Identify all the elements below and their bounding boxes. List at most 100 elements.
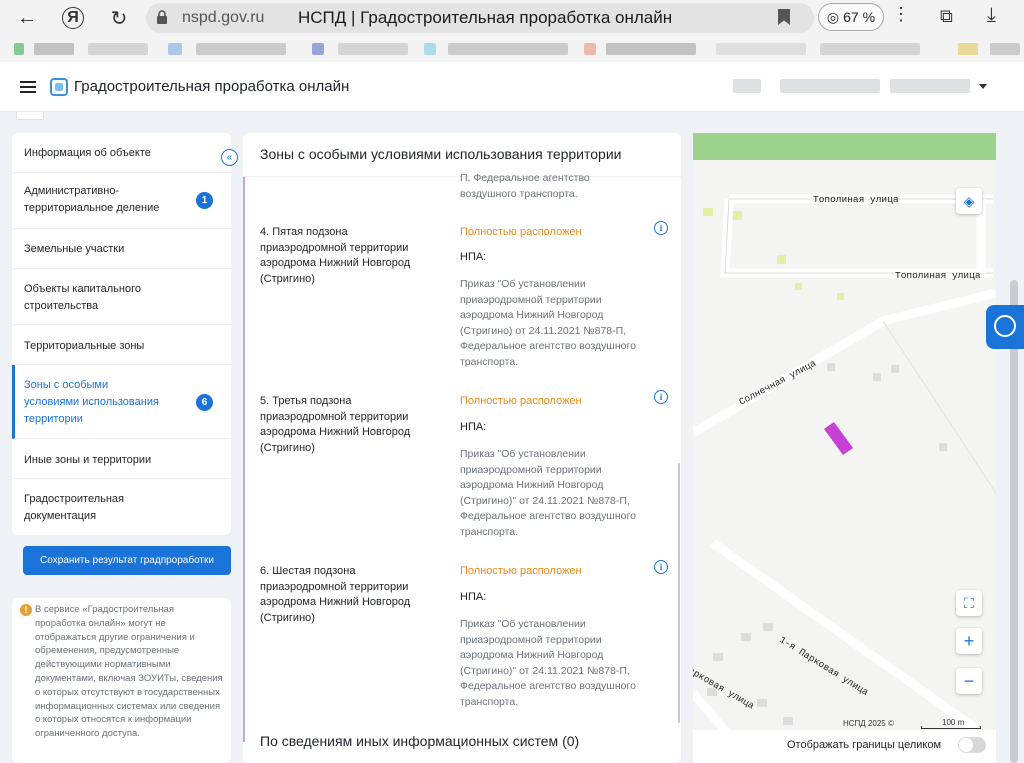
- selected-parcel[interactable]: [824, 422, 853, 455]
- map-road: [720, 194, 993, 278]
- zone-status: Полностью расположен: [460, 226, 582, 238]
- zone-npa-label: НПА:: [460, 251, 487, 263]
- page-title: НСПД | Градостроительная проработка онла…: [298, 8, 673, 27]
- info-icon[interactable]: i: [654, 560, 668, 574]
- info-icon[interactable]: i: [654, 221, 668, 235]
- sidebar-item-object-info[interactable]: Информация об объекте: [12, 133, 231, 173]
- map-building: [703, 208, 713, 216]
- bookmark-blurred[interactable]: [88, 43, 148, 55]
- sidebar-item-label: Административно- территориальное деление: [24, 185, 160, 214]
- back-arrow-icon[interactable]: ←: [12, 3, 42, 33]
- map-scale-bar: [921, 726, 981, 729]
- zone-doc: Приказ "Об установлении приаэродромной т…: [460, 278, 636, 368]
- zone-npa-label: НПА:: [460, 421, 487, 433]
- bookmark-blurred[interactable]: [990, 43, 1020, 55]
- zone-name: 4. Пятая подзона приаэродромной территор…: [260, 226, 411, 285]
- sidebar-item-label: Зоны с особыми условиями использования т…: [24, 379, 159, 425]
- map[interactable]: Тополиная улица Тополиная улица Солнечна…: [693, 133, 996, 763]
- bookmark-blurred[interactable]: [34, 43, 74, 55]
- download-icon[interactable]: ⤓: [987, 4, 996, 27]
- map-building: [713, 653, 723, 661]
- street-label: Тополиная улица: [895, 270, 981, 281]
- sidebar-item-label: Градостроительная документация: [24, 493, 124, 522]
- zone-doc-cut: П, Федеральное агентство воздушного тран…: [460, 172, 590, 200]
- show-bounds-toggle[interactable]: [958, 737, 986, 753]
- fullscreen-icon[interactable]: ⛶: [956, 590, 982, 616]
- address-host: nspd.gov.ru: [182, 9, 265, 26]
- save-result-button[interactable]: Сохранить результат градпроработки: [23, 546, 231, 575]
- map-building: [837, 293, 844, 300]
- extensions-icon[interactable]: ⧉: [940, 6, 953, 27]
- count-badge: 6: [196, 394, 213, 411]
- bookmark-blurred[interactable]: [958, 43, 978, 55]
- address-bar[interactable]: nspd.gov.ru НСПД | Градостроительная про…: [146, 3, 814, 33]
- bookmark-blurred[interactable]: [338, 43, 408, 55]
- user-menu-caret-icon[interactable]: [979, 84, 987, 89]
- zones-accent-line: [243, 177, 245, 742]
- bookmark-blurred[interactable]: [820, 43, 920, 55]
- zone-npa-label: НПА:: [460, 591, 487, 603]
- bookmark-icon[interactable]: [778, 9, 790, 25]
- sidebar-item-territorial-zones[interactable]: Территориальные зоны: [12, 325, 231, 365]
- zoom-magnifier-icon: ◎: [826, 8, 840, 25]
- zoom-in-icon[interactable]: +: [956, 628, 982, 654]
- map-building: [939, 443, 947, 451]
- bookmark-blurred[interactable]: [168, 43, 182, 55]
- map-building: [777, 255, 786, 264]
- reload-icon[interactable]: ↻: [104, 3, 134, 33]
- zones-scrollbar[interactable]: [678, 463, 680, 723]
- map-footer: Отображать границы целиком: [693, 730, 996, 763]
- service-notice: ! В сервисе «Градостроительная проработк…: [12, 598, 231, 763]
- zoom-indicator[interactable]: ◎ 67 %: [818, 3, 884, 31]
- yandex-icon[interactable]: Я: [62, 7, 84, 29]
- bookmark-blurred[interactable]: [14, 43, 24, 55]
- map-building: [741, 633, 751, 641]
- map-road: [693, 288, 996, 437]
- bookmark-blurred[interactable]: [424, 43, 436, 55]
- zone-doc: Приказ "Об установлении приаэродромной т…: [460, 618, 636, 708]
- info-warning-icon: !: [20, 604, 32, 616]
- map-road-outline: [724, 198, 993, 274]
- sidebar-item-label: Земельные участки: [24, 243, 125, 255]
- menu-icon[interactable]: [20, 81, 36, 93]
- feedback-icon: [994, 315, 1016, 337]
- map-green-area: [693, 133, 996, 160]
- info-icon[interactable]: i: [654, 390, 668, 404]
- bookmark-blurred[interactable]: [606, 43, 696, 55]
- map-path: [882, 320, 996, 494]
- zones-panel: Зоны с особыми условиями использования т…: [243, 133, 681, 763]
- zone-doc: Приказ "Об установлении приаэродромной т…: [460, 448, 636, 538]
- app-header: Градостроительная проработка онлайн: [0, 62, 1024, 112]
- bookmark-blurred[interactable]: [196, 43, 286, 55]
- bookmark-blurred[interactable]: [312, 43, 324, 55]
- sidebar-item-admin-division[interactable]: Административно- территориальное деление…: [12, 173, 231, 229]
- zone-status: Полностью расположен: [460, 395, 582, 407]
- bookmark-blurred[interactable]: [584, 43, 596, 55]
- zone-name: 5. Третья подзона приаэродромной террито…: [260, 395, 411, 454]
- lock-icon: [157, 10, 167, 24]
- sidebar-item-other-zones[interactable]: Иные зоны и территории: [12, 439, 231, 479]
- map-canvas[interactable]: Тополиная улица Тополиная улица Солнечна…: [693, 133, 996, 763]
- count-badge: 1: [196, 192, 213, 209]
- app-title: Градостроительная проработка онлайн: [74, 78, 350, 95]
- sidebar: Информация об объекте Административно- т…: [12, 133, 231, 535]
- kebab-menu-icon[interactable]: ⋮: [892, 4, 910, 25]
- bookmarks-bar: [0, 36, 1024, 62]
- feedback-tab[interactable]: [986, 305, 1024, 349]
- sidebar-item-special-zones[interactable]: Зоны с особыми условиями использования т…: [12, 365, 231, 439]
- zoom-value: 67 %: [843, 9, 876, 25]
- sidebar-item-urban-docs[interactable]: Градостроительная документация: [12, 479, 231, 535]
- sidebar-item-label: Территориальные зоны: [24, 340, 145, 352]
- bookmark-blurred[interactable]: [716, 43, 806, 55]
- collapse-sidebar-icon[interactable]: «: [221, 149, 238, 166]
- sidebar-item-capital-objects[interactable]: Объекты капитального строительства: [12, 269, 231, 325]
- page-scrollbar[interactable]: [1010, 280, 1018, 763]
- zoom-out-icon[interactable]: −: [956, 668, 982, 694]
- sidebar-item-land-plots[interactable]: Земельные участки: [12, 229, 231, 269]
- map-building: [827, 363, 835, 371]
- bookmark-blurred[interactable]: [448, 43, 568, 55]
- map-building: [783, 717, 793, 725]
- map-copyright: НСПД 2025 ©: [843, 719, 894, 728]
- layers-icon[interactable]: ◈: [956, 188, 982, 214]
- notice-text: В сервисе «Градостроительная проработка …: [35, 604, 223, 740]
